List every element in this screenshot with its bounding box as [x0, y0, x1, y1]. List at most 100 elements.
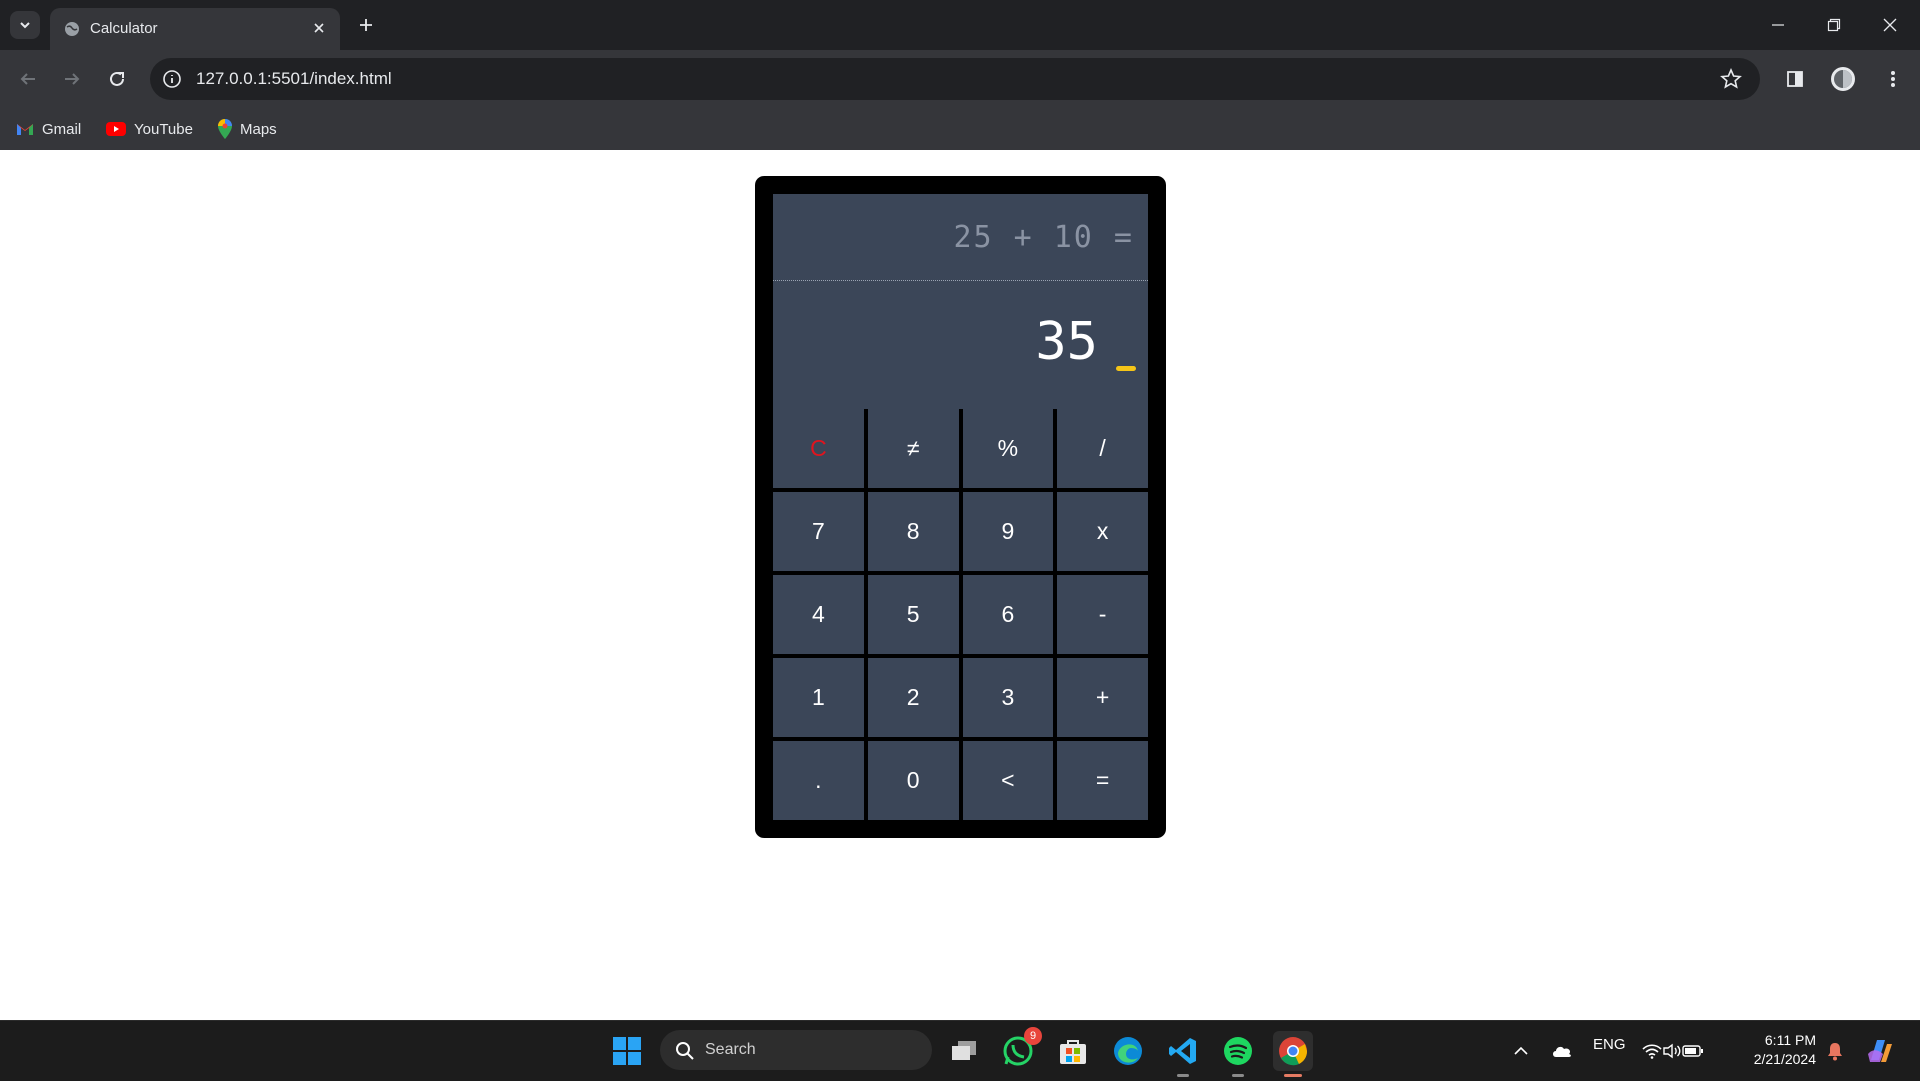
key-percent[interactable]: % [962, 409, 1054, 488]
running-indicator [1284, 1074, 1302, 1077]
forward-button[interactable] [56, 63, 88, 95]
tab-title: Calculator [90, 20, 158, 37]
keypad: C ≠ % / 7 8 9 x 4 5 6 - 1 2 3 + . 0 < = [773, 409, 1148, 820]
notifications-button[interactable] [1815, 1031, 1855, 1071]
whatsapp-app[interactable]: 9 [998, 1027, 1042, 1071]
volume-icon [1663, 1043, 1681, 1059]
close-window-button[interactable] [1862, 0, 1918, 50]
clock-time: 6:11 PM [1764, 1032, 1816, 1048]
clock-date: 2/21/2024 [1753, 1051, 1816, 1067]
language-indicator[interactable]: ENG [1593, 1036, 1626, 1053]
key-3[interactable]: 3 [962, 658, 1054, 737]
reload-button[interactable] [101, 63, 133, 95]
restore-button[interactable] [1806, 0, 1862, 50]
key-6[interactable]: 6 [962, 575, 1054, 654]
menu-button[interactable] [1877, 63, 1909, 95]
taskbar-search[interactable]: Search [660, 1030, 932, 1070]
spotify-app[interactable] [1218, 1031, 1258, 1077]
vscode-icon [1169, 1038, 1196, 1064]
tab-search-button[interactable] [10, 11, 40, 39]
show-hidden-icons-button[interactable] [1501, 1031, 1541, 1071]
key-divide[interactable]: / [1057, 409, 1148, 488]
chrome-icon [1279, 1037, 1308, 1066]
edge-app[interactable] [1108, 1031, 1148, 1071]
bookmarks-bar: Gmail YouTube Maps [0, 108, 1920, 150]
key-decimal[interactable]: . [773, 741, 864, 820]
chrome-app[interactable] [1273, 1031, 1313, 1077]
current-value: 35 [1035, 312, 1098, 372]
key-not-equal[interactable]: ≠ [867, 409, 959, 488]
youtube-icon [106, 122, 126, 136]
side-panel-icon [1787, 71, 1803, 87]
chevron-up-icon [1514, 1046, 1528, 1055]
search-icon [676, 1042, 694, 1060]
bookmark-label: YouTube [134, 120, 193, 138]
calculator-display: 25 + 10 = 35 [773, 194, 1148, 409]
key-1[interactable]: 1 [773, 658, 864, 737]
key-equals[interactable]: = [1057, 741, 1148, 820]
chevron-down-icon [20, 22, 30, 29]
bookmark-gmail[interactable]: Gmail [16, 117, 81, 141]
key-multiply[interactable]: x [1057, 492, 1148, 571]
wifi-icon [1642, 1044, 1662, 1059]
gmail-icon [17, 124, 33, 135]
key-4[interactable]: 4 [773, 575, 864, 654]
key-backspace[interactable]: < [962, 741, 1054, 820]
start-button[interactable] [607, 1031, 647, 1071]
key-0[interactable]: 0 [867, 741, 959, 820]
key-2[interactable]: 2 [867, 658, 959, 737]
onedrive-button[interactable] [1542, 1031, 1582, 1071]
key-clear[interactable]: C [773, 409, 864, 488]
windows-logo-icon [613, 1037, 641, 1065]
key-5[interactable]: 5 [867, 575, 959, 654]
restore-icon [1827, 18, 1841, 32]
network-volume-battery-button[interactable] [1633, 1031, 1713, 1071]
bookmark-maps[interactable]: Maps [218, 117, 277, 141]
key-subtract[interactable]: - [1057, 575, 1148, 654]
url-text: 127.0.0.1:5501/index.html [196, 69, 392, 88]
taskbar: Search 9 ENG 6:11 PM 2/21/2024 [0, 1020, 1920, 1081]
clock[interactable]: 6:11 PM 2/21/2024 [1754, 1031, 1816, 1069]
key-7[interactable]: 7 [773, 492, 864, 571]
battery-icon [1682, 1045, 1703, 1057]
previous-operation: 25 + 10 = [953, 220, 1134, 255]
running-indicator [1177, 1074, 1189, 1077]
star-icon[interactable] [1720, 68, 1742, 90]
tab-calculator[interactable]: Calculator [50, 8, 340, 50]
blinking-cursor [1116, 366, 1136, 371]
microsoft-store-app[interactable] [1053, 1031, 1093, 1071]
copilot-button[interactable] [1860, 1031, 1900, 1071]
running-indicator [1232, 1074, 1244, 1077]
side-panel-button[interactable] [1779, 63, 1811, 95]
arrow-right-icon [65, 73, 80, 85]
calculator: 25 + 10 = 35 C ≠ % / 7 8 9 x 4 5 6 - 1 2… [755, 176, 1166, 838]
bell-icon [1828, 1043, 1842, 1061]
profile-button[interactable] [1827, 63, 1859, 95]
key-add[interactable]: + [1057, 658, 1148, 737]
vscode-app[interactable] [1163, 1031, 1203, 1077]
display-divider [773, 280, 1148, 281]
minimize-icon [1772, 24, 1784, 26]
avatar [1831, 67, 1855, 91]
spotify-icon [1224, 1037, 1252, 1065]
copilot-icon [1868, 1040, 1892, 1062]
plus-icon [360, 19, 372, 31]
browser-tab-bar: Calculator [0, 0, 1920, 50]
cloud-icon [1553, 1046, 1571, 1057]
bookmark-label: Gmail [42, 120, 82, 138]
bookmark-youtube[interactable]: YouTube [106, 117, 193, 141]
address-bar[interactable]: 127.0.0.1:5501/index.html [150, 58, 1760, 100]
store-icon [1060, 1040, 1086, 1064]
back-button[interactable] [12, 63, 44, 95]
reload-icon [110, 71, 124, 86]
key-8[interactable]: 8 [867, 492, 959, 571]
task-view-icon [952, 1041, 976, 1060]
search-label: Search [705, 1041, 756, 1058]
minimize-button[interactable] [1750, 0, 1806, 50]
browser-toolbar: 127.0.0.1:5501/index.html [0, 50, 1920, 108]
info-icon [163, 70, 181, 88]
new-tab-button[interactable] [352, 11, 380, 39]
task-view-button[interactable] [944, 1031, 984, 1071]
key-9[interactable]: 9 [962, 492, 1054, 571]
close-tab-icon[interactable] [308, 17, 330, 39]
